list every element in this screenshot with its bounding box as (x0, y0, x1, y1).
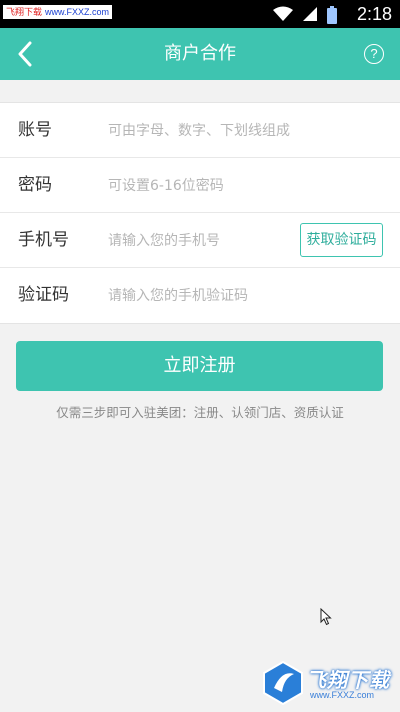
clock: 2:18 (356, 4, 392, 24)
watermark-logo-icon (263, 660, 303, 706)
back-button[interactable] (10, 38, 40, 70)
registration-form: 账号 密码 手机号 获取验证码 验证码 (0, 102, 400, 324)
nav-bar: 商户合作 ? (0, 28, 400, 80)
onboarding-hint: 仅需三步即可入驻美团：注册、认领门店、资质认证 (56, 405, 344, 420)
password-row: 密码 (0, 158, 400, 213)
badge-text: 飞翔下载 (6, 7, 43, 17)
page-title: 商户合作 (164, 43, 236, 64)
download-site-badge: 飞翔下载 www.FXXZ.com (3, 5, 113, 19)
account-input[interactable] (108, 115, 348, 147)
signal-icon (302, 7, 317, 21)
chevron-left-icon (18, 41, 32, 67)
password-label: 密码 (18, 175, 52, 195)
mouse-cursor-icon (320, 608, 332, 626)
help-icon[interactable]: ? (364, 44, 384, 64)
code-input[interactable] (108, 280, 348, 312)
code-row: 验证码 (0, 268, 400, 323)
account-label: 账号 (18, 120, 52, 140)
watermark-text: 飞翔下载 (306, 668, 390, 692)
code-label: 验证码 (18, 285, 69, 305)
wifi-icon (272, 6, 293, 21)
account-row: 账号 (0, 103, 400, 158)
battery-icon (327, 6, 337, 24)
watermark: 飞翔下载 www.FXXZ.com (262, 660, 398, 708)
status-icons (269, 6, 338, 24)
status-bar: 飞翔下载 www.FXXZ.com 2:18 (0, 0, 400, 28)
phone-row: 手机号 获取验证码 (0, 213, 400, 268)
phone-label: 手机号 (18, 230, 69, 250)
password-input[interactable] (108, 170, 348, 202)
phone-input[interactable] (108, 225, 288, 257)
badge-url: www.FXXZ.com (45, 7, 110, 17)
get-code-button[interactable]: 获取验证码 (300, 223, 383, 257)
register-button[interactable]: 立即注册 (16, 341, 383, 391)
watermark-url: www.FXXZ.com (310, 690, 375, 700)
